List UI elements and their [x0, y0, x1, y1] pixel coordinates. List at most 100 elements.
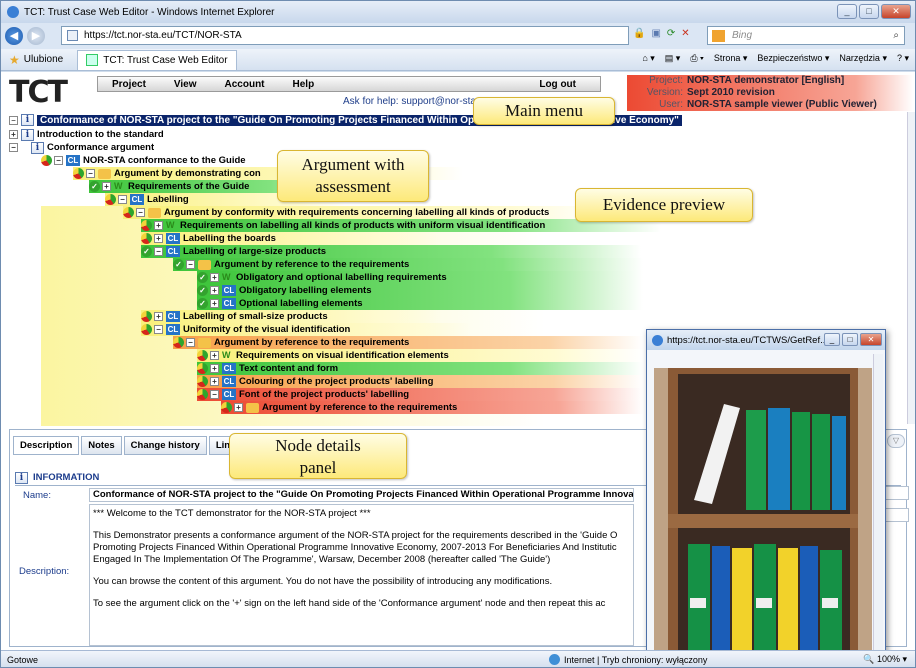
- browser-tab[interactable]: TCT: Trust Case Web Editor: [77, 49, 237, 70]
- menu-account[interactable]: Account: [211, 79, 279, 90]
- binders-photo-icon: [654, 368, 872, 650]
- tab-description[interactable]: Description: [13, 436, 80, 455]
- command-bar: ⌂ ▾ ▤ ▾ ⎙ ▾ Strona ▾ Bezpieczeństwo ▾ Na…: [642, 53, 909, 64]
- help-icon[interactable]: ? ▾: [897, 53, 909, 64]
- title-bar: TCT: Trust Case Web Editor - Windows Int…: [1, 1, 915, 23]
- description-paragraph: *** Welcome to the TCT demonstrator for …: [93, 508, 371, 519]
- tree-node[interactable]: ✓ + W Obligatory and optional labelling req…: [197, 271, 643, 284]
- minimize-button[interactable]: _: [837, 4, 857, 19]
- zoom-value: 100%: [876, 654, 900, 664]
- zoom-icon: 🔍: [863, 654, 875, 664]
- globe-icon: [549, 654, 560, 665]
- collapse-panel-icon[interactable]: ▽: [887, 434, 905, 448]
- tree-node[interactable]: + CL Labelling of small-size products: [141, 310, 441, 323]
- tree-node[interactable]: + W Requirements on visual identification …: [197, 349, 643, 362]
- callout-main-menu: Main menu: [473, 97, 615, 125]
- description-field[interactable]: *** Welcome to the TCT demonstrator for …: [89, 504, 634, 646]
- user-label: User:: [659, 99, 683, 110]
- app-header: TCT Project View Account Help Log out As…: [1, 72, 915, 112]
- tab-change-history[interactable]: Change history: [123, 436, 207, 455]
- url-field[interactable]: https://tct.nor-sta.eu/TCT/NOR-STA: [61, 26, 629, 45]
- collapse-icon[interactable]: −: [9, 115, 18, 125]
- callout-text: Evidence preview: [602, 195, 726, 214]
- tree-node[interactable]: ✓ − Argument by reference to the requireme…: [173, 258, 643, 271]
- name-field[interactable]: Conformance of NOR-STA project to the "G…: [89, 488, 634, 502]
- feeds-icon[interactable]: ▤ ▾: [665, 53, 681, 64]
- tree-node[interactable]: + CL Labelling the boards: [141, 232, 441, 245]
- description-paragraph: This Demonstrator presents a conformance…: [93, 530, 618, 565]
- search-field[interactable]: Bing ⌕: [707, 26, 905, 45]
- favorites-button[interactable]: Ulubione: [24, 54, 63, 65]
- project-value: NOR-STA demonstrator [English]: [687, 75, 845, 86]
- tree-node[interactable]: + CL Colouring of the project products' la…: [197, 375, 643, 388]
- search-icon[interactable]: ⌕: [893, 27, 899, 44]
- tree-node[interactable]: ✓ − CL Labelling of large-size products: [141, 245, 641, 258]
- tree-scrollbar[interactable]: [907, 112, 915, 424]
- version-value: Sept 2010 revision: [687, 87, 775, 98]
- tree-node[interactable]: + Argument by reference to the requiremen…: [221, 401, 643, 414]
- tree-node[interactable]: − Argument by reference to the requiremen…: [173, 336, 643, 349]
- tree-node[interactable]: − Argument by conformity with requirement…: [123, 206, 603, 219]
- tct-logo: TCT: [9, 75, 68, 110]
- help-link[interactable]: Ask for help: support@nor-sta.: [343, 96, 479, 107]
- compat-icon[interactable]: ▣: [651, 28, 660, 39]
- tab-notes[interactable]: Notes: [81, 436, 122, 455]
- callout-text: Argument with: [301, 155, 405, 174]
- close-button[interactable]: ✕: [881, 4, 911, 19]
- popup-close-button[interactable]: ✕: [860, 333, 882, 346]
- zoom-control[interactable]: 🔍 100% ▾: [863, 654, 907, 665]
- browser-window: TCT: Trust Case Web Editor - Windows Int…: [0, 0, 916, 668]
- evidence-popup: https://tct.nor-sta.eu/TCTWS/GetRef... _…: [646, 329, 886, 650]
- lock-icon[interactable]: 🔒: [633, 28, 645, 39]
- details-tabs: Description Notes Change history Links: [13, 436, 250, 455]
- forward-icon[interactable]: ▶: [27, 27, 45, 45]
- info-icon: i: [21, 114, 34, 126]
- tree-node[interactable]: − CL Uniformity of the visual identificati…: [141, 323, 471, 336]
- tab-title: TCT: Trust Case Web Editor: [103, 54, 228, 66]
- callout-text: Node details: [275, 436, 361, 455]
- menu-project[interactable]: Project: [98, 79, 160, 90]
- project-label: Project:: [649, 75, 683, 86]
- popup-minimize-button[interactable]: _: [824, 333, 840, 346]
- home-icon[interactable]: ⌂ ▾: [642, 53, 654, 64]
- tree-node[interactable]: ✓ + CL Optional labelling elements: [197, 297, 643, 310]
- cmd-security[interactable]: Bezpieczeństwo ▾: [757, 53, 829, 64]
- ie-icon: [652, 334, 663, 346]
- user-value: NOR-STA sample viewer (Public Viewer): [687, 99, 877, 110]
- callout-text: assessment: [315, 177, 391, 196]
- tree-node[interactable]: − CL Font of the project products' labelli…: [197, 388, 643, 401]
- tree-node[interactable]: ✓ + CL Obligatory labelling elements: [197, 284, 643, 297]
- stop-icon[interactable]: ✕: [681, 28, 689, 39]
- refresh-icon[interactable]: ⟳: [667, 28, 675, 39]
- favorites-star-icon[interactable]: ★: [9, 53, 20, 67]
- popup-scrollbar[interactable]: [873, 354, 883, 650]
- info-icon: i: [15, 471, 28, 484]
- print-icon[interactable]: ⎙ ▾: [690, 53, 703, 64]
- cmd-tools[interactable]: Narzędzia ▾: [839, 53, 887, 64]
- url-text: https://tct.nor-sta.eu/TCT/NOR-STA: [84, 30, 242, 41]
- back-icon[interactable]: ◀: [5, 27, 23, 45]
- popup-maximize-button[interactable]: □: [842, 333, 858, 346]
- maximize-button[interactable]: □: [859, 4, 879, 19]
- status-text: Gotowe: [7, 654, 39, 665]
- menu-view[interactable]: View: [160, 79, 211, 90]
- project-info: Project: NOR-STA demonstrator [English] V…: [627, 75, 913, 111]
- description-label: Description:: [19, 566, 70, 577]
- cmd-page[interactable]: Strona ▾: [714, 53, 748, 64]
- tree-node[interactable]: − i Conformance argument: [9, 141, 154, 154]
- tree-node[interactable]: + CL Text content and form: [197, 362, 643, 375]
- callout-text: panel: [299, 458, 337, 477]
- ie-icon: [7, 6, 19, 18]
- callout-evidence: Evidence preview: [575, 188, 753, 222]
- security-zone[interactable]: Internet | Tryb chroniony: wyłączony: [549, 654, 707, 665]
- menu-help[interactable]: Help: [279, 79, 329, 90]
- popup-title: https://tct.nor-sta.eu/TCTWS/GetRef...: [667, 334, 829, 346]
- logout-link[interactable]: Log out: [525, 79, 590, 90]
- section-title: INFORMATION: [33, 472, 100, 483]
- main-menu: Project View Account Help Log out: [97, 76, 601, 92]
- tree-node[interactable]: + i Introduction to the standard: [9, 128, 164, 141]
- page-content: TCT Project View Account Help Log out As…: [1, 72, 915, 650]
- description-paragraph: To see the argument click on the '+' sig…: [93, 598, 606, 609]
- search-placeholder: Bing: [732, 30, 753, 41]
- description-paragraph: You can browse the content of this argum…: [93, 576, 553, 587]
